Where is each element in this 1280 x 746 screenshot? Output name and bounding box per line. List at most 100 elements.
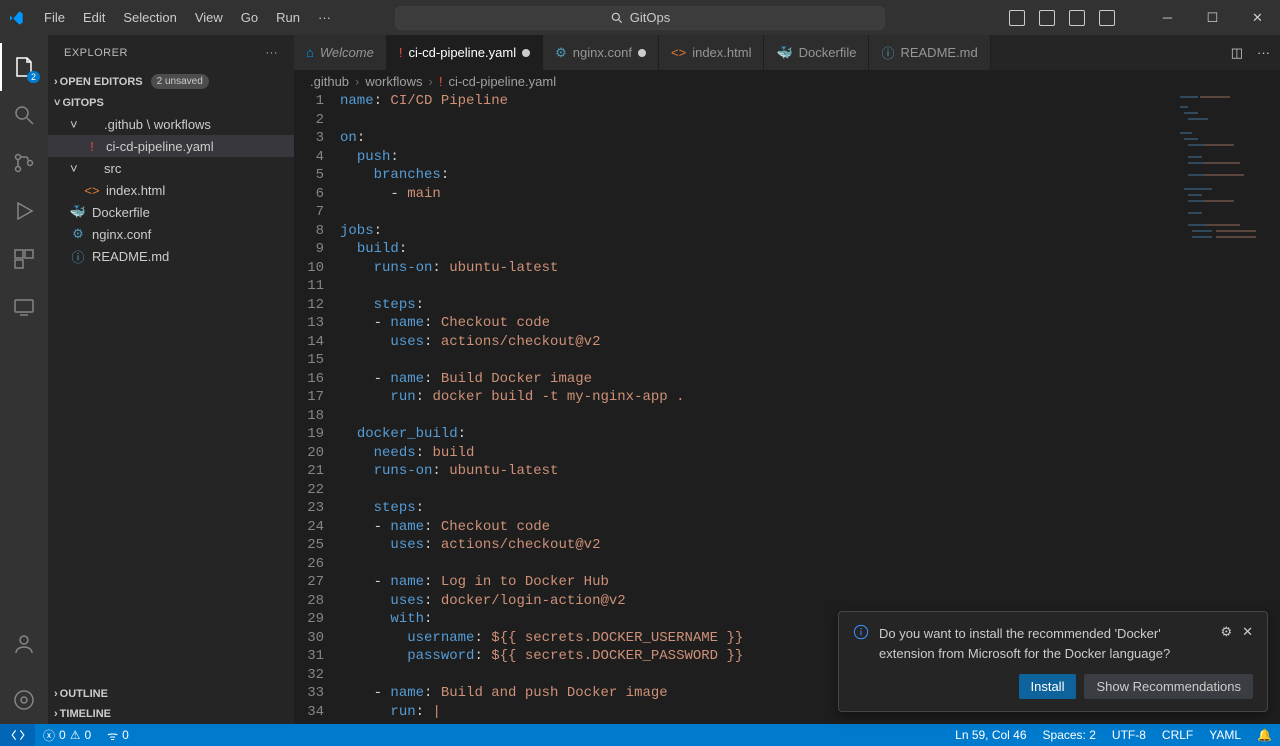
split-editor-icon[interactable]: ◫	[1231, 45, 1243, 61]
file-type-icon: 🐳	[70, 204, 86, 220]
menu-···[interactable]: ···	[310, 6, 339, 29]
section-outline[interactable]: ›OUTLINE	[48, 684, 294, 704]
explorer-sidebar: EXPLORER ··· › OPEN EDITORS 2 unsaved ˅ …	[48, 35, 294, 724]
tab-label: Welcome	[320, 45, 374, 60]
tab-label: README.md	[900, 45, 977, 60]
section-timeline[interactable]: ›TIMELINE	[48, 704, 294, 724]
breadcrumb-sep-icon: ›	[355, 74, 359, 89]
layout-toggle-1[interactable]	[1009, 10, 1025, 26]
status-notifications-icon[interactable]: 🔔	[1249, 728, 1280, 742]
layout-toggle-4[interactable]	[1099, 10, 1115, 26]
tab-ci-cd-pipeline-yaml[interactable]: ! ci-cd-pipeline.yaml	[387, 35, 543, 70]
layout-toggle-2[interactable]	[1039, 10, 1055, 26]
tab-label: ci-cd-pipeline.yaml	[408, 45, 516, 60]
breadcrumb-sep-icon: ›	[428, 74, 432, 89]
tab-file-icon: ⓘ	[881, 43, 894, 62]
tab-label: index.html	[692, 45, 751, 60]
activity-explorer[interactable]: 2	[0, 43, 48, 91]
tree-item-label: .github \ workflows	[104, 117, 211, 132]
activity-accounts[interactable]	[0, 620, 48, 668]
show-recommendations-button[interactable]: Show Recommendations	[1084, 674, 1253, 699]
sidebar-more-icon[interactable]: ···	[266, 47, 279, 59]
tree-item-label: nginx.conf	[92, 227, 151, 242]
editor-area: ⌂Welcome!ci-cd-pipeline.yaml⚙nginx.conf<…	[294, 35, 1280, 724]
tab-nginx-conf[interactable]: ⚙nginx.conf	[543, 35, 659, 70]
window-close-button[interactable]: ✕	[1235, 0, 1280, 35]
chevron-icon: ˅	[70, 161, 82, 176]
activity-settings[interactable]	[0, 676, 48, 724]
activity-remote-explorer[interactable]	[0, 283, 48, 331]
tree-item-label: Dockerfile	[92, 205, 150, 220]
file-type-icon: <>	[84, 183, 100, 198]
status-problems[interactable]: ⓧ0 ⚠0	[35, 727, 99, 744]
install-button[interactable]: Install	[1019, 674, 1077, 699]
command-center-search[interactable]: GitOps	[395, 6, 885, 30]
breadcrumb[interactable]: .github › workflows ›! ci-cd-pipeline.yaml	[294, 70, 1280, 92]
editor-tabs: ⌂Welcome!ci-cd-pipeline.yaml⚙nginx.conf<…	[294, 35, 1280, 70]
section-project[interactable]: ˅ GITOPS	[48, 93, 294, 113]
file-type-icon: ⚙	[70, 226, 86, 242]
tab-file-icon: ⌂	[306, 45, 314, 60]
tab-welcome[interactable]: ⌂ Welcome	[294, 35, 387, 70]
tab-index-html[interactable]: <> index.html	[659, 35, 764, 70]
menu-file[interactable]: File	[36, 6, 73, 29]
activity-search[interactable]	[0, 91, 48, 139]
status-eol[interactable]: CRLF	[1154, 728, 1201, 742]
tab-label: Dockerfile	[799, 45, 857, 60]
tab-dockerfile[interactable]: 🐳 Dockerfile	[764, 35, 869, 70]
status-encoding[interactable]: UTF-8	[1104, 728, 1154, 742]
section-open-editors[interactable]: › OPEN EDITORS 2 unsaved	[48, 70, 294, 93]
file-item[interactable]: ! ci-cd-pipeline.yaml	[48, 135, 294, 157]
menu-view[interactable]: View	[187, 6, 231, 29]
activity-run-debug[interactable]	[0, 187, 48, 235]
tab-file-icon: !	[399, 45, 403, 60]
breadcrumb-file-icon: !	[439, 74, 443, 89]
chevron-icon: ˅	[70, 117, 82, 132]
breadcrumb-segment[interactable]: workflows	[365, 74, 422, 89]
search-placeholder: GitOps	[630, 10, 670, 25]
breadcrumb-segment[interactable]: .github	[310, 74, 349, 89]
file-tree: ˅ .github \ workflows! ci-cd-pipeline.yaml…	[48, 113, 294, 684]
status-cursor[interactable]: Ln 59, Col 46	[947, 728, 1034, 742]
file-item[interactable]: ⓘ README.md	[48, 245, 294, 267]
tree-item-label: README.md	[92, 249, 169, 264]
dirty-indicator-icon	[638, 49, 646, 57]
file-type-icon: ⓘ	[70, 247, 86, 266]
tab-file-icon: 🐳	[776, 45, 792, 61]
file-type-icon: !	[84, 139, 100, 154]
folder-item[interactable]: ˅ src	[48, 157, 294, 179]
file-item[interactable]: ⚙ nginx.conf	[48, 223, 294, 245]
remote-indicator[interactable]	[0, 724, 35, 746]
menu-run[interactable]: Run	[268, 6, 308, 29]
window-minimize-button[interactable]: ─	[1145, 0, 1190, 35]
info-icon	[853, 624, 869, 640]
tab-label: nginx.conf	[573, 45, 632, 60]
explorer-badge: 2	[27, 71, 40, 83]
file-item[interactable]: 🐳 Dockerfile	[48, 201, 294, 223]
file-item[interactable]: <>index.html	[48, 179, 294, 201]
status-ports[interactable]: ᯤ0	[99, 727, 137, 744]
tree-item-label: src	[104, 161, 121, 176]
activity-bar: 2	[0, 35, 48, 724]
layout-toggle-3[interactable]	[1069, 10, 1085, 26]
notification-gear-icon[interactable]: ⚙	[1220, 624, 1232, 640]
tab-readme-md[interactable]: ⓘ README.md	[869, 35, 990, 70]
tab-file-icon: <>	[671, 45, 686, 60]
activity-source-control[interactable]	[0, 139, 48, 187]
menu-selection[interactable]: Selection	[115, 6, 184, 29]
window-maximize-button[interactable]: ☐	[1190, 0, 1235, 35]
vscode-logo-icon	[8, 10, 24, 26]
status-indentation[interactable]: Spaces: 2	[1035, 728, 1104, 742]
status-language[interactable]: YAML	[1201, 728, 1249, 742]
tree-item-label: ci-cd-pipeline.yaml	[106, 139, 214, 154]
activity-extensions[interactable]	[0, 235, 48, 283]
sidebar-title: EXPLORER	[64, 47, 128, 59]
breadcrumb-segment[interactable]: ci-cd-pipeline.yaml	[448, 74, 556, 89]
editor-more-icon[interactable]: ···	[1257, 45, 1270, 60]
menu-bar: FileEditSelectionViewGoRun···	[36, 6, 339, 29]
notification-close-icon[interactable]: ✕	[1242, 624, 1253, 640]
menu-go[interactable]: Go	[233, 6, 266, 29]
notification-message: Do you want to install the recommended '…	[879, 624, 1210, 664]
menu-edit[interactable]: Edit	[75, 6, 113, 29]
folder-item[interactable]: ˅ .github \ workflows	[48, 113, 294, 135]
